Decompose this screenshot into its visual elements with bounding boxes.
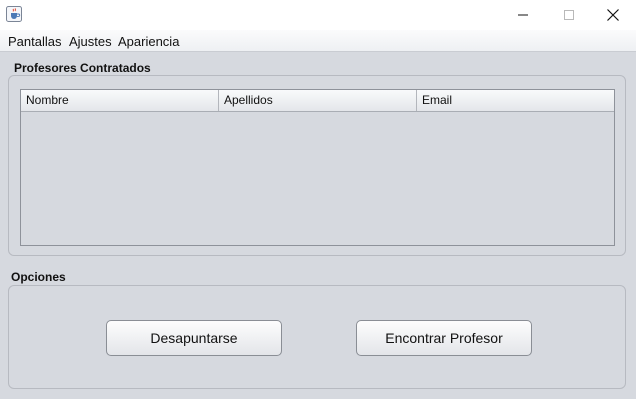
options-title: Opciones [11,270,66,284]
menu-bar: Pantallas Ajustes Apariencia [0,30,636,52]
menu-pantallas[interactable]: Pantallas [8,34,61,49]
teachers-table[interactable]: Nombre Apellidos Email [20,89,615,246]
table-header: Nombre Apellidos Email [21,90,614,112]
unsubscribe-button[interactable]: Desapuntarse [106,320,282,356]
close-button[interactable] [590,0,636,30]
column-header-email[interactable]: Email [417,90,614,111]
maximize-icon [564,10,574,20]
window-bottom-edge [0,399,636,403]
column-header-nombre[interactable]: Nombre [21,90,219,111]
menu-apariencia[interactable]: Apariencia [118,34,179,49]
menu-ajustes[interactable]: Ajustes [69,34,112,49]
options-panel [8,285,626,389]
column-header-apellidos[interactable]: Apellidos [219,90,417,111]
maximize-button[interactable] [546,0,592,30]
title-bar [0,0,636,30]
close-icon [607,9,619,21]
contracted-teachers-title: Profesores Contratados [14,61,151,75]
find-teacher-button[interactable]: Encontrar Profesor [356,320,532,356]
minimize-icon [518,10,528,20]
minimize-button[interactable] [500,0,546,30]
java-cup-icon [6,6,22,22]
